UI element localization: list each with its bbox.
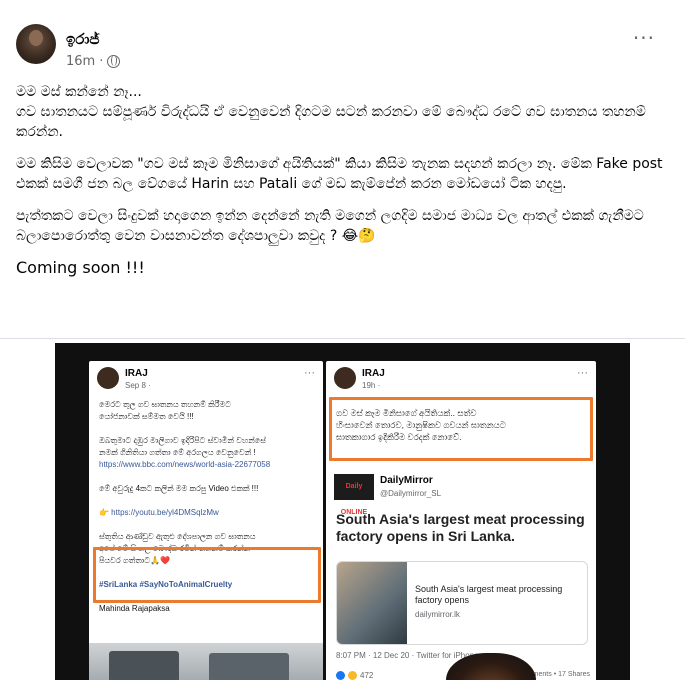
post-image[interactable]: IRAJ Sep 8 · ··· මෙරට තුල ගව ඝාතනය තහනම්…	[0, 339, 685, 680]
left-photo	[89, 643, 323, 680]
link-preview-title: South Asia's largest meat processing fac…	[415, 584, 563, 605]
reaction-count: 472	[360, 671, 374, 680]
paragraph-1-line-2: ගව ඝාතනයට සම්පූර්ණ විරුද්ධයි ඒ වෙනුවෙන් …	[16, 104, 646, 140]
post-time[interactable]: 16m	[66, 54, 95, 69]
link-preview-image	[337, 562, 407, 644]
right-date: 19h ·	[362, 381, 381, 390]
right-author: IRAJ	[362, 368, 385, 379]
left-body-line: නමක් ගිනිතියා ගත්තා මේ අරගලය වෙනුවෙන් !	[99, 448, 256, 457]
logo-daily: Daily	[345, 483, 363, 490]
paragraph-2: මම කිසිම වෙලාවක "ගව මස් කෑම මිනිසාගේ අයි…	[16, 156, 663, 192]
globe-icon[interactable]	[107, 55, 121, 68]
left-more-icon: ···	[304, 367, 315, 379]
like-reaction-icon	[336, 671, 345, 680]
left-body-line	[99, 519, 315, 531]
left-body-line	[99, 471, 315, 483]
image-frame: IRAJ Sep 8 · ··· මෙරට තුල ගව ඝාතනය තහනම්…	[55, 343, 630, 680]
left-body-line	[99, 495, 315, 507]
post-meta: 16m ·	[66, 54, 121, 69]
right-quote-line: ගව මස් කෑම මිනිසාගේ අයිතියක්.. සත්ව	[336, 408, 477, 418]
coming-soon-text: Coming soon !!!	[16, 258, 145, 277]
left-body-line: Mahinda Rajapaksa	[99, 604, 170, 613]
avatar[interactable]	[16, 24, 56, 64]
link-preview-url: dailymirror.lk	[415, 610, 460, 619]
dailymirror-handle: @Dailymirror_SL	[380, 489, 442, 498]
right-screenshot: IRAJ 19h · ··· ගව මස් කෑම මිනිසාගේ අයිති…	[326, 361, 596, 680]
paragraph-3: පැත්තකට වෙලා සිංදුවක් හදාගෙන ඉන්න දෙන්නේ…	[16, 208, 644, 244]
post-header: ඉරාජ් 16m · ···	[16, 24, 669, 72]
meta-separator: ·	[99, 54, 104, 69]
reaction-row: 472	[336, 671, 373, 680]
paragraph-1: මම මස් කන්නේ නෑ... ගව ඝාතනයට සම්පූර්ණ වි…	[16, 82, 670, 142]
left-body-line: ස්තුතිය ආණ්ඩුව ඇතුළු දේශපාලන ගව ඝාතනය	[99, 532, 256, 541]
tweet-footer: 8:07 PM · 12 Dec 20 · Twitter for iPhone	[336, 651, 479, 660]
left-body-line: මෙරට තුල ගව ඝාතනය තහනම් කිරීමට	[99, 400, 231, 409]
left-body-line: මේ අවුරුදු 4කට කලින් මම කරපු Video එකක් …	[99, 484, 259, 493]
post-text: මම මස් කන්නේ නෑ... ගව ඝාතනයට සම්පූර්ණ වි…	[16, 82, 670, 290]
paragraph-1-line-1: මම මස් කන්නේ නෑ...	[16, 84, 142, 100]
left-author: IRAJ	[125, 368, 148, 379]
right-quote: ගව මස් කෑම මිනිසාගේ අයිතියක්.. සත්ව හිංසා…	[336, 407, 582, 443]
right-quote-line: ඝාතකාගාර ඉදිකිරීම වරදක් නොවේ.	[336, 432, 462, 442]
left-body-line: යෝජනාවක් සම්මත වෙයි !!!	[99, 412, 194, 421]
right-avatar	[334, 367, 356, 389]
left-body-line	[99, 423, 315, 435]
right-more-icon: ···	[577, 367, 588, 379]
left-body-line: 👉 https://youtu.be/yl4DMSqlzMw	[99, 508, 219, 517]
left-body-line: https://www.bbc.com/news/world-asia-2267…	[99, 460, 271, 469]
left-avatar	[97, 367, 119, 389]
more-options-icon[interactable]: ···	[633, 26, 655, 50]
haha-reaction-icon	[348, 671, 357, 680]
left-body-line: ඔබතුමාට දඹුර මාලිගාව ඉදිරිපිට ස්වාමීන් ව…	[99, 436, 266, 445]
link-preview-card: South Asia's largest meat processing fac…	[336, 561, 588, 645]
author-name[interactable]: ඉරාජ්	[66, 30, 100, 48]
dailymirror-logo: Daily ONLINE	[334, 474, 374, 516]
right-quote-line: හිංසාවෙන් තොරව, මානුෂිකව ගවයන් ඝාතනයට	[336, 420, 506, 430]
dailymirror-name: DailyMirror	[380, 475, 433, 486]
tweet-headline: South Asia's largest meat processing fac…	[336, 511, 585, 544]
post-card: ඉරාජ් 16m · ··· මම මස් කන්නේ නෑ... ගව ඝා…	[0, 0, 685, 680]
left-date: Sep 8 ·	[125, 381, 151, 390]
left-screenshot: IRAJ Sep 8 · ··· මෙරට තුල ගව ඝාතනය තහනම්…	[89, 361, 323, 680]
left-highlight-box	[93, 547, 321, 603]
